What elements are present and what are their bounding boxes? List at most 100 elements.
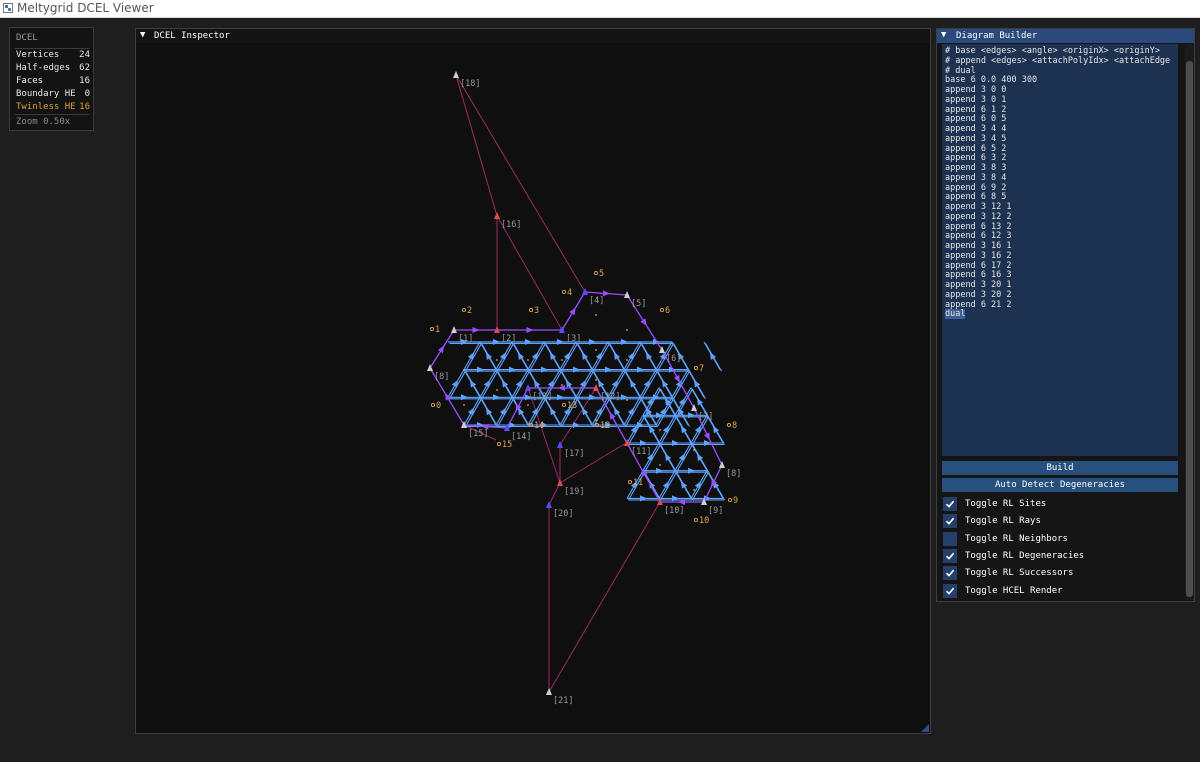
toggle-row[interactable]: Toggle RL Sites (942, 497, 1178, 511)
script-line-text: append 3 12 1 (945, 202, 1012, 212)
inner-half-edge (628, 416, 645, 445)
script-line[interactable]: dual (945, 309, 966, 320)
script-line[interactable]: # base <edges> <angle> <originX> <origin… (945, 46, 1160, 56)
script-line[interactable]: append 3 12 2 (945, 212, 1012, 222)
half-edge-arrow (467, 352, 475, 360)
vertex-label: [12] (600, 392, 620, 402)
checkbox[interactable] (943, 497, 957, 511)
half-edge-arrow (656, 467, 663, 474)
inner-half-edge (577, 370, 594, 400)
script-line[interactable]: append 6 5 2 (945, 144, 1006, 154)
inner-half-edge (644, 388, 661, 418)
script-line[interactable]: append 6 8 5 (945, 192, 1006, 202)
build-button[interactable]: Build (942, 461, 1178, 475)
script-line[interactable]: # dual (945, 66, 976, 76)
half-edge-arrow (515, 379, 523, 388)
half-edge-arrow (589, 394, 596, 401)
checkbox[interactable] (943, 548, 957, 563)
scrollbar-thumb[interactable] (1186, 61, 1193, 597)
script-line[interactable]: append 3 12 1 (945, 202, 1012, 212)
half-edge-arrow (595, 352, 603, 360)
script-line-text: append 3 20 1 (945, 280, 1012, 290)
toggle-row[interactable]: Toggle RL Degeneracies (942, 548, 1178, 563)
script-line-text: append 6 16 3 (945, 270, 1012, 281)
script-line[interactable]: append 6 9 2 (945, 183, 1006, 193)
script-line[interactable]: append 3 0 0 (945, 85, 1006, 95)
checkbox[interactable] (943, 531, 957, 546)
site-marker-icon (561, 402, 567, 408)
script-line[interactable]: append 6 12 3 (945, 231, 1012, 241)
dcel-canvas[interactable]: [1] [2] [3] [4] [5] [6] [7] [8] [9] [10] [11] [12] [… (136, 29, 930, 733)
stats-label: Vertices (16, 50, 60, 60)
script-line[interactable]: base 6 0.0 400 300 (945, 75, 1037, 85)
half-edge-arrow (451, 379, 459, 388)
inner-half-edge (449, 370, 466, 400)
script-line[interactable]: append 3 20 1 (945, 280, 1012, 290)
face-centroid-dot (659, 389, 661, 391)
half-edge-arrow (589, 338, 596, 345)
toggle-row[interactable]: Toggle RL Rays (942, 514, 1178, 529)
script-line[interactable]: append 3 0 1 (945, 95, 1006, 105)
stats-label: Boundary HE (16, 89, 76, 99)
toggle-row[interactable]: Toggle HCEL Render (942, 583, 1178, 598)
diagram-builder-window[interactable]: ▼ Diagram Builder # base <edges> <angle>… (936, 28, 1195, 602)
script-line-text: append 6 17 2 (945, 260, 1012, 271)
script-line[interactable]: append 6 3 2 (945, 153, 1006, 163)
auto-detect-degeneracies-button[interactable]: Auto Detect Degeneracies (942, 478, 1178, 492)
face-centroid-dot (595, 349, 597, 351)
checkbox[interactable] (943, 514, 957, 529)
checkbox[interactable] (943, 583, 957, 598)
face-centroid-dot (561, 359, 563, 361)
half-edge-arrow (627, 407, 635, 416)
face-centroid-dot (527, 404, 529, 406)
script-line[interactable]: append 6 21 2 (945, 300, 1012, 310)
site-label: 12 (600, 421, 610, 431)
script-line[interactable]: append 3 20 2 (945, 290, 1012, 300)
stats-row-vertices: Vertices 24 (16, 50, 90, 62)
script-editor[interactable]: # base <edges> <angle> <originX> <origin… (942, 44, 1178, 456)
script-line[interactable]: append 6 16 3 (945, 270, 1012, 280)
toggle-row[interactable]: Toggle RL Successors (942, 566, 1178, 581)
site-marker-icon (561, 289, 567, 295)
builder-header[interactable]: ▼ Diagram Builder (937, 29, 1194, 43)
script-line[interactable]: append 6 13 2 (945, 222, 1012, 232)
half-edge-arrow (581, 352, 589, 360)
script-line-text: append 3 0 1 (945, 94, 1007, 105)
half-edge-arrow (499, 407, 507, 416)
script-line[interactable]: # append <edges> <attachPolyIdx> <attach… (945, 56, 1170, 66)
toggle-row[interactable]: Toggle RL Neighbors (942, 531, 1178, 546)
half-edge-arrow (661, 379, 669, 388)
script-line[interactable]: append 6 1 2 (945, 105, 1006, 115)
half-edge-arrow (597, 379, 605, 388)
script-line[interactable]: append 6 0 5 (945, 114, 1006, 124)
script-line[interactable]: append 3 8 3 (945, 163, 1006, 173)
script-line[interactable]: append 3 16 2 (945, 251, 1012, 261)
builder-scrollbar[interactable] (1185, 44, 1194, 600)
script-line[interactable]: append 3 4 4 (945, 124, 1006, 134)
site-marker-icon (496, 441, 502, 447)
resize-grip-icon[interactable] (921, 724, 929, 732)
site-label: 0 (436, 401, 441, 411)
inner-half-edge (660, 471, 677, 501)
half-edge-arrow (662, 481, 670, 489)
script-line[interactable]: append 3 8 4 (945, 173, 1006, 183)
vertex-label: [20] (553, 509, 573, 519)
collapse-triangle-icon[interactable]: ▼ (140, 30, 145, 40)
inspector-title: DCEL Inspector (154, 31, 230, 41)
script-line[interactable]: append 6 17 2 (945, 261, 1012, 271)
inspector-header[interactable]: ▼ DCEL Inspector (136, 29, 930, 43)
script-line[interactable]: append 3 4 5 (945, 134, 1006, 144)
half-edge-arrow (525, 338, 532, 345)
collapse-triangle-icon[interactable]: ▼ (941, 30, 946, 40)
half-edge-arrow (678, 397, 686, 406)
inner-half-edge (497, 398, 514, 427)
dcel-inspector-window[interactable]: [1] [2] [3] [4] [5] [6] [7] [8] [9] [10] [11] [12] [… (135, 28, 931, 734)
half-edge-arrow (645, 352, 653, 360)
face-centroid-dot (561, 384, 563, 386)
checkbox[interactable] (943, 566, 957, 581)
stats-row-half-edges: Half-edges 62 (16, 63, 90, 75)
site-marker-icon (461, 307, 467, 313)
half-edge-arrow (477, 422, 484, 428)
script-line-text: append 6 21 2 (945, 299, 1012, 310)
script-line[interactable]: append 3 16 1 (945, 241, 1012, 251)
